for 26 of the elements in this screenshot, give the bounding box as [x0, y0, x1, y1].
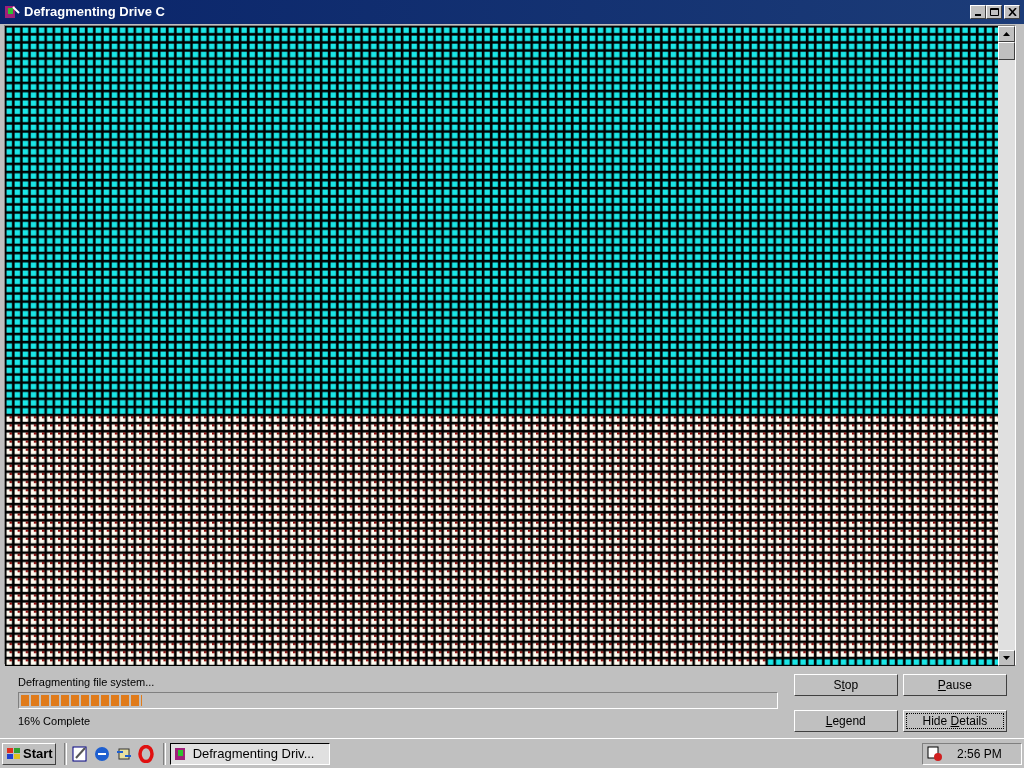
window-title: Defragmenting Drive C [24, 3, 166, 22]
close-icon [1007, 8, 1017, 16]
scrollbar[interactable] [998, 26, 1015, 666]
notepad-icon[interactable] [70, 744, 89, 763]
taskbar-task[interactable]: Defragmenting Driv... [169, 742, 330, 765]
action-button[interactable]: Hide Details [902, 709, 1007, 732]
status-message: Defragmenting file system... [18, 675, 156, 689]
maximize-icon [989, 8, 999, 16]
down-arrow-icon [1003, 656, 1010, 660]
scroll-thumb[interactable] [998, 42, 1015, 60]
letter-o-icon[interactable] [136, 744, 155, 763]
scroll-down-button[interactable] [998, 650, 1015, 666]
progress-reading: 16% Complete [18, 714, 92, 728]
scheduler-icon[interactable] [927, 745, 943, 762]
defrag-app-icon [4, 4, 20, 20]
maximize-button[interactable] [986, 5, 1002, 19]
action-button[interactable]: Pause [902, 674, 1007, 696]
close-button[interactable] [1004, 5, 1020, 19]
scroll-up-button[interactable] [998, 26, 1015, 42]
clock: 2:56 PM [957, 745, 1002, 763]
action-button[interactable]: Legend [793, 709, 898, 732]
up-arrow-icon [1003, 32, 1010, 36]
windows-logo-icon [5, 746, 21, 761]
action-button[interactable]: Stop [793, 674, 898, 696]
start-button[interactable]: Start [2, 742, 56, 765]
minimize-button[interactable] [970, 5, 986, 19]
